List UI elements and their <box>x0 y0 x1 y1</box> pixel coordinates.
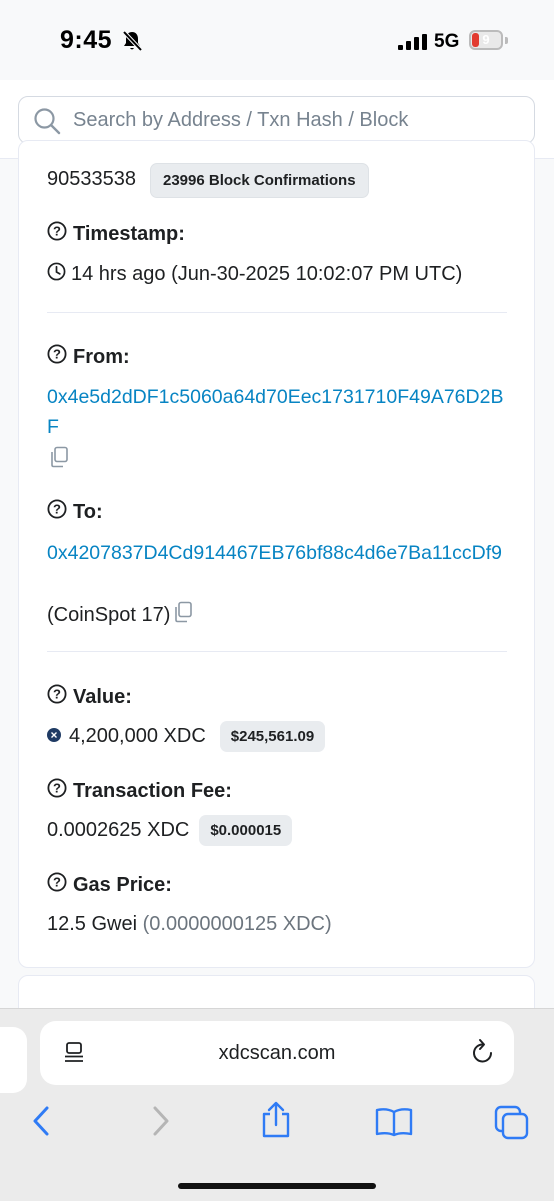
forward-icon[interactable] <box>150 1105 172 1142</box>
help-icon[interactable]: ? <box>47 499 67 525</box>
help-icon[interactable]: ? <box>47 684 67 710</box>
copy-icon[interactable] <box>49 446 69 473</box>
gas-price-row: 12.5 Gwei (0.0000000125 XDC) <box>47 913 332 936</box>
battery-icon: 9 <box>469 30 503 50</box>
address-bar[interactable]: xdcscan.com <box>40 1021 514 1085</box>
clock-icon <box>47 262 66 287</box>
status-bar: 9:45 5G 9 <box>0 0 554 80</box>
transaction-fee-label: ? Transaction Fee: <box>47 778 232 804</box>
help-icon[interactable]: ? <box>47 872 67 898</box>
to-label-text: To: <box>73 500 103 523</box>
help-icon[interactable]: ? <box>47 344 67 370</box>
block-confirmations-badge: 23996 Block Confirmations <box>150 163 369 198</box>
bell-slash-icon <box>121 30 143 57</box>
from-address-link[interactable]: 0x4e5d2dDF1c5060a64d70Eec1731710F49A76D2… <box>47 382 507 442</box>
network-type: 5G <box>434 31 460 52</box>
from-label-text: From: <box>73 345 130 368</box>
divider <box>47 651 507 652</box>
svg-text:?: ? <box>53 781 61 796</box>
value-label-text: Value: <box>73 685 132 708</box>
fee-amount: 0.0002625 XDC <box>47 819 190 841</box>
to-label: ? To: <box>47 499 103 525</box>
fee-row: 0.0002625 XDC $0.000015 <box>47 815 293 846</box>
tabs-icon[interactable] <box>494 1105 530 1146</box>
block-number-link[interactable]: 90533538 <box>47 168 136 191</box>
to-name-tag: (CoinSpot 17) <box>47 603 171 626</box>
status-time: 9:45 <box>60 26 113 54</box>
timestamp-label-text: Timestamp: <box>73 222 185 245</box>
svg-text:?: ? <box>53 875 61 890</box>
gas-price-label: ? Gas Price: <box>47 872 172 898</box>
gas-price-xdc: (0.0000000125 XDC) <box>142 913 332 935</box>
divider <box>47 312 507 313</box>
value-amount: 4,200,000 XDC <box>69 725 206 747</box>
gas-price-label-text: Gas Price: <box>73 873 172 896</box>
bookmarks-icon[interactable] <box>375 1107 413 1142</box>
previous-tab-preview[interactable] <box>0 1027 27 1093</box>
search-icon <box>33 107 61 140</box>
copy-icon[interactable] <box>173 601 193 629</box>
transaction-fee-label-text: Transaction Fee: <box>73 779 232 802</box>
from-label: ? From: <box>47 344 130 370</box>
url-text: xdcscan.com <box>218 1042 336 1064</box>
value-row: 4,200,000 XDC $245,561.09 <box>47 721 326 752</box>
search-input[interactable] <box>73 97 525 143</box>
to-address-link[interactable]: 0x4207837D4Cd914467EB76bf88c4d6e7Ba11ccD… <box>47 538 507 568</box>
reload-icon[interactable] <box>470 1038 496 1071</box>
value-usd-badge: $245,561.09 <box>219 721 326 752</box>
to-name-tag-row: (CoinSpot 17) <box>47 601 193 629</box>
help-icon[interactable]: ? <box>47 778 67 804</box>
cellular-signal-icon <box>398 34 428 55</box>
fee-usd-badge: $0.000015 <box>199 815 293 846</box>
timestamp-label: ? Timestamp: <box>47 221 185 247</box>
svg-text:?: ? <box>53 687 61 702</box>
back-icon[interactable] <box>30 1105 52 1142</box>
home-indicator[interactable] <box>178 1183 376 1189</box>
gas-price-gwei: 12.5 Gwei <box>47 913 138 935</box>
timestamp-value-text: 14 hrs ago (Jun-30-2025 10:02:07 PM UTC) <box>71 263 463 285</box>
timestamp-value: 14 hrs ago (Jun-30-2025 10:02:07 PM UTC) <box>47 262 462 287</box>
battery-level: 9 <box>482 32 490 47</box>
xdc-token-icon <box>47 725 61 748</box>
share-icon[interactable] <box>260 1101 292 1144</box>
svg-text:?: ? <box>53 502 61 517</box>
search-box[interactable] <box>18 96 535 144</box>
browser-toolbar: xdcscan.com <box>0 1008 554 1201</box>
help-icon[interactable]: ? <box>47 221 67 247</box>
svg-text:?: ? <box>53 224 61 239</box>
svg-text:?: ? <box>53 347 61 362</box>
value-label: ? Value: <box>47 684 132 710</box>
